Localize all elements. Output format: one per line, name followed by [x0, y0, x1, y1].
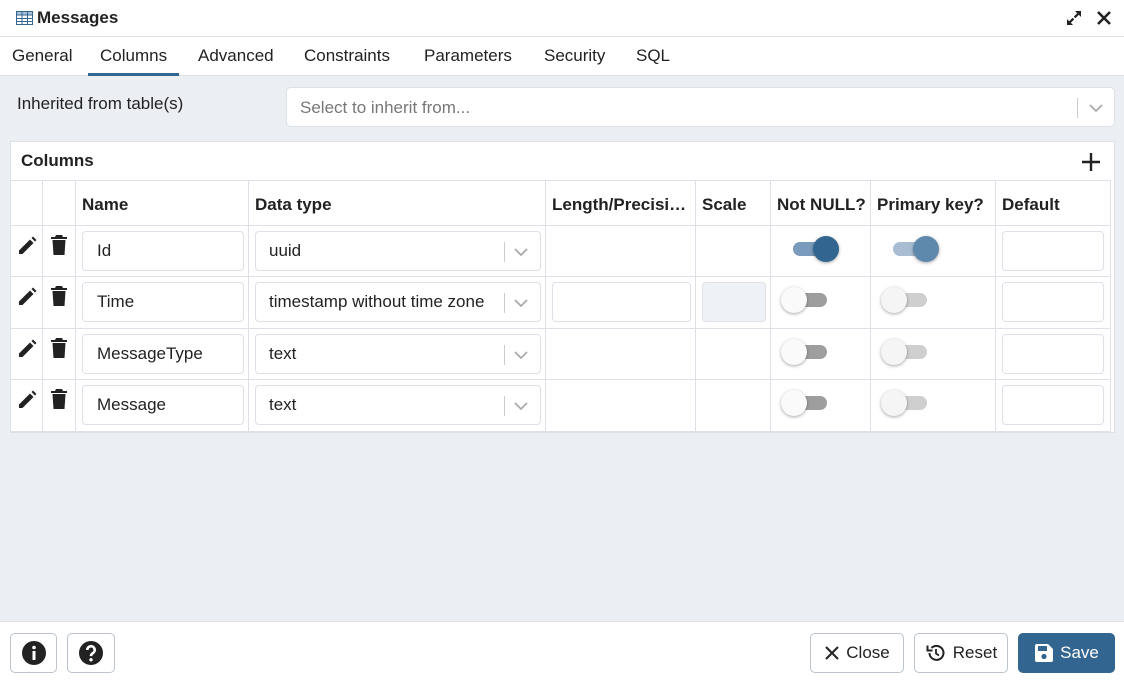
help-button[interactable]	[67, 633, 115, 673]
trash-icon[interactable]	[51, 389, 67, 409]
header-delete	[43, 180, 76, 226]
close-button-label: Close	[846, 643, 890, 662]
inherit-select[interactable]: Select to inherit from...	[286, 87, 1115, 127]
column-name-input[interactable]: Message	[82, 385, 244, 425]
default-input[interactable]	[1002, 334, 1104, 374]
trash-icon[interactable]	[51, 235, 67, 255]
close-icon	[825, 646, 839, 660]
save-icon	[1035, 644, 1054, 662]
scale-input[interactable]	[702, 282, 766, 322]
info-icon	[21, 641, 46, 665]
save-button-label: Save	[1060, 643, 1099, 662]
close-dialog-button[interactable]	[1093, 7, 1115, 29]
not-null-toggle[interactable]	[791, 236, 839, 262]
tab-general[interactable]: General	[12, 46, 72, 76]
tab-sql[interactable]: SQL	[636, 46, 670, 76]
tab-columns[interactable]: Columns	[88, 46, 180, 76]
column-name-input[interactable]: Id	[82, 231, 244, 271]
not-null-toggle[interactable]	[781, 339, 829, 365]
info-button[interactable]	[10, 633, 57, 673]
columns-panel-title: Columns	[21, 151, 94, 170]
primary-key-toggle[interactable]	[881, 287, 929, 313]
tab-constraints[interactable]: Constraints	[304, 46, 390, 76]
dialog-titlebar: Messages	[0, 0, 1124, 37]
save-button[interactable]: Save	[1018, 633, 1115, 673]
not-null-toggle[interactable]	[781, 390, 829, 416]
chevron-down-icon	[514, 351, 528, 360]
dialog-title: Messages	[37, 8, 119, 27]
table-row: Time timestamp without time zone	[11, 277, 1114, 329]
data-type-select[interactable]: timestamp without time zone	[255, 282, 541, 322]
reset-button-label: Reset	[952, 643, 998, 662]
chevron-down-icon	[514, 299, 528, 308]
data-type-select[interactable]: text	[255, 385, 541, 425]
header-length: Length/Precisio…	[546, 180, 696, 226]
help-icon	[79, 641, 103, 665]
data-type-select[interactable]: uuid	[255, 231, 541, 271]
column-name-input[interactable]: MessageType	[82, 334, 244, 374]
columns-panel: Columns Name Data type Length/Precisio… …	[10, 141, 1115, 433]
primary-key-toggle[interactable]	[881, 390, 929, 416]
data-type-value: uuid	[269, 241, 302, 260]
edit-pencil-icon[interactable]	[17, 287, 37, 307]
trash-icon[interactable]	[51, 286, 67, 306]
header-edit	[11, 180, 43, 226]
primary-key-toggle[interactable]	[891, 236, 939, 262]
edit-pencil-icon[interactable]	[17, 390, 37, 410]
chevron-down-icon	[1089, 104, 1103, 113]
tab-bar: General Columns Advanced Constraints Par…	[0, 37, 1124, 76]
select-separator	[1077, 98, 1078, 118]
inherit-label: Inherited from table(s)	[17, 94, 184, 113]
trash-icon[interactable]	[51, 338, 67, 358]
length-precision-input[interactable]	[552, 282, 691, 322]
default-input[interactable]	[1002, 231, 1104, 271]
default-input[interactable]	[1002, 282, 1104, 322]
header-scale: Scale	[696, 180, 771, 226]
expand-icon	[1067, 11, 1081, 25]
chevron-down-icon	[514, 248, 528, 257]
column-name-input[interactable]: Time	[82, 282, 244, 322]
table-row: MessageType text	[11, 329, 1114, 380]
reset-button[interactable]: Reset	[914, 633, 1008, 673]
chevron-down-icon	[514, 402, 528, 411]
reset-icon	[926, 644, 945, 661]
primary-key-toggle[interactable]	[881, 339, 929, 365]
close-button[interactable]: Close	[810, 633, 904, 673]
header-not-null: Not NULL?	[771, 180, 871, 226]
data-type-value: text	[269, 395, 297, 414]
table-row: Id uuid	[11, 226, 1114, 277]
dialog-footer: Close Reset Save	[0, 621, 1124, 683]
maximize-button[interactable]	[1063, 7, 1085, 29]
data-type-value: timestamp without time zone	[269, 292, 485, 311]
header-data-type: Data type	[249, 180, 546, 226]
add-column-button[interactable]	[1079, 150, 1103, 174]
not-null-toggle[interactable]	[781, 287, 829, 313]
inherit-placeholder: Select to inherit from...	[300, 98, 471, 117]
data-type-value: text	[269, 344, 297, 363]
tab-parameters[interactable]: Parameters	[424, 46, 512, 76]
tab-security[interactable]: Security	[544, 46, 605, 76]
edit-pencil-icon[interactable]	[17, 339, 37, 359]
default-input[interactable]	[1002, 385, 1104, 425]
table-row: Message text	[11, 380, 1114, 432]
header-default: Default	[996, 180, 1111, 226]
close-icon	[1097, 11, 1111, 25]
header-primary-key: Primary key?	[871, 180, 996, 226]
header-name: Name	[76, 180, 249, 226]
edit-pencil-icon[interactable]	[17, 236, 37, 256]
tab-advanced[interactable]: Advanced	[198, 46, 274, 76]
table-icon	[16, 11, 33, 25]
data-type-select[interactable]: text	[255, 334, 541, 374]
